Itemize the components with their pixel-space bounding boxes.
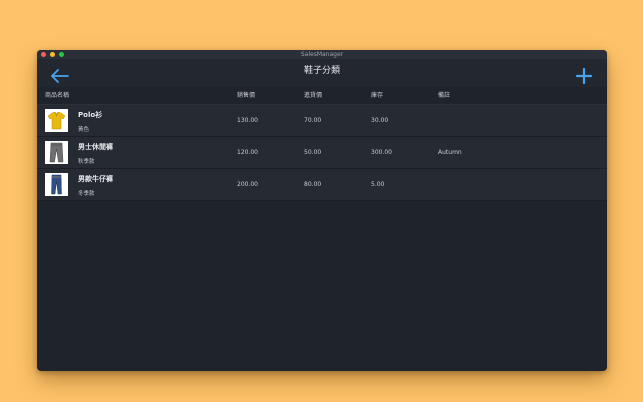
product-thumbnail [45, 173, 68, 196]
product-note: 黃色 [78, 127, 90, 133]
header-sale-price[interactable]: 銷售價 [237, 87, 255, 104]
window-titlebar: SalesManager [37, 50, 607, 59]
blue-jeans-icon [51, 174, 62, 195]
header-memo[interactable]: 備註 [438, 87, 450, 104]
cost-price-cell: 50.00 [304, 149, 322, 156]
plus-icon [575, 67, 593, 85]
product-note: 秋季款 [78, 159, 95, 165]
product-name: 男士休閒褲 [78, 143, 113, 151]
sale-price-cell: 120.00 [237, 149, 258, 156]
table-row[interactable]: 男士休閒褲 秋季款 120.00 50.00 300.00 Autumn [37, 137, 607, 169]
table-row[interactable]: 男款牛仔褲 冬季款 200.00 80.00 5.00 [37, 169, 607, 201]
cost-price-cell: 70.00 [304, 117, 322, 124]
stock-cell: 30.00 [371, 117, 389, 124]
product-name: Polo衫 [78, 111, 103, 119]
product-thumbnail [45, 141, 68, 164]
header-name[interactable]: 商品名稱 [45, 87, 69, 104]
stock-cell: 300.00 [371, 149, 392, 156]
sale-price-cell: 200.00 [237, 181, 258, 188]
table-header: 商品名稱 銷售價 進貨價 庫存 備註 [37, 87, 607, 105]
product-list: Polo衫 黃色 130.00 70.00 30.00 男士休閒褲 秋季款 12… [37, 105, 607, 201]
yellow-polo-shirt-icon [47, 111, 66, 130]
table-row[interactable]: Polo衫 黃色 130.00 70.00 30.00 [37, 105, 607, 137]
product-thumbnail [45, 109, 68, 132]
product-name: 男款牛仔褲 [78, 175, 113, 183]
add-product-button[interactable] [573, 65, 595, 87]
grey-pants-icon [49, 142, 64, 163]
app-window: SalesManager 鞋子分類 商品名稱 銷售價 進貨價 庫存 備註 Pol… [37, 50, 607, 371]
header-stock[interactable]: 庫存 [371, 87, 383, 104]
header-cost-price[interactable]: 進貨價 [304, 87, 322, 104]
window-title: SalesManager [300, 51, 344, 58]
stock-cell: 5.00 [371, 181, 385, 188]
sale-price-cell: 130.00 [237, 117, 258, 124]
memo-cell: Autumn [438, 149, 462, 156]
product-note: 冬季款 [78, 191, 95, 197]
page-title: 鞋子分類 [303, 66, 340, 76]
cost-price-cell: 80.00 [304, 181, 322, 188]
